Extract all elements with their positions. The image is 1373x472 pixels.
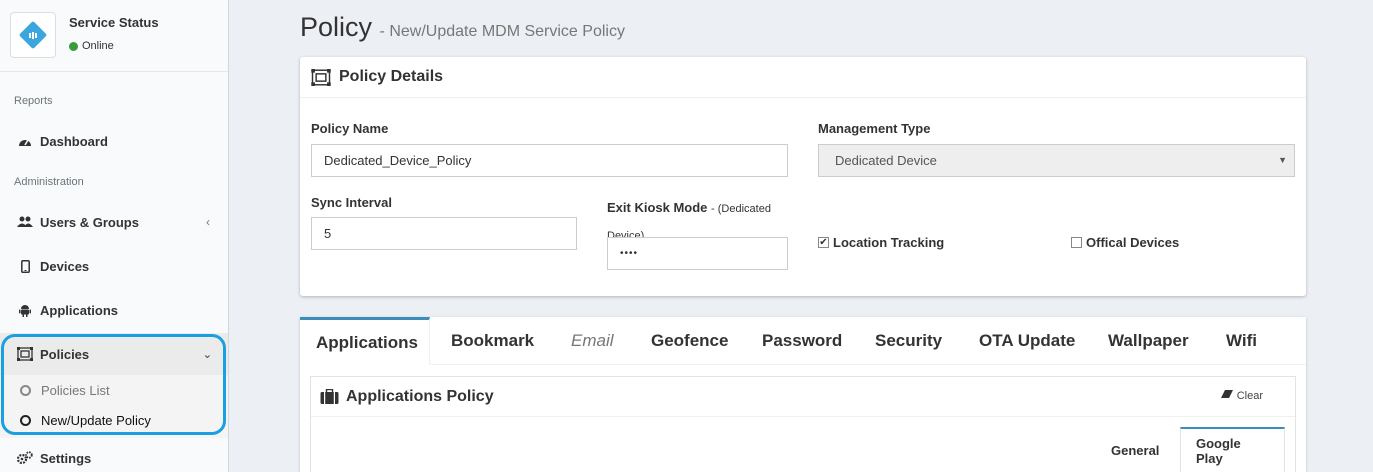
tab-security[interactable]: Security (875, 317, 942, 365)
policies-submenu: Policies ⌄ Policies List New/Update Poli… (0, 333, 228, 438)
sidebar-item-label: Users & Groups (40, 214, 139, 230)
online-dot-icon (69, 41, 78, 51)
tab-geofence[interactable]: Geofence (651, 317, 728, 365)
subtab-general[interactable]: General (1111, 427, 1159, 472)
brand-panel: Service Status Online (0, 0, 228, 72)
page-subtitle: - New/Update MDM Service Policy (379, 23, 625, 40)
android-icon (17, 302, 33, 318)
section-reports: Reports (14, 95, 53, 107)
location-tracking-label: Location Tracking (833, 235, 945, 250)
users-icon (17, 214, 33, 230)
sidebar-subitem-label: Policies List (41, 383, 110, 398)
briefcase-icon (320, 389, 339, 404)
sidebar-item-devices[interactable]: Devices (0, 248, 228, 284)
policy-details-title: Policy Details (339, 68, 444, 85)
sidebar-item-settings[interactable]: Settings (0, 440, 228, 472)
applications-policy-box: Applications Policy Clear General Google… (310, 376, 1296, 472)
sidebar-subitem-policies-list[interactable]: Policies List (20, 383, 110, 398)
sidebar: Service Status Online Reports Dashboard … (0, 0, 229, 472)
applications-policy-title: Applications Policy (346, 387, 494, 405)
policy-name-label: Policy Name (311, 121, 389, 136)
exit-kiosk-password-input[interactable]: •••• (607, 237, 788, 270)
policy-tabs-panel: Applications Bookmark Email Geofence Pas… (300, 317, 1306, 472)
official-devices-checkbox[interactable]: Offical Devices (1071, 235, 1179, 250)
policy-details-box: Policy Details Policy Name Dedicated_Dev… (300, 57, 1306, 296)
sidebar-item-label: Devices (40, 258, 90, 274)
status-text: Online (82, 40, 114, 52)
mobile-device-icon (17, 258, 33, 274)
sync-interval-input[interactable]: 5 (311, 217, 577, 250)
checkbox-unchecked-icon (1071, 237, 1082, 248)
gears-icon (17, 450, 33, 466)
applications-policy-header: Applications Policy (311, 377, 1295, 417)
exit-kiosk-label-text: Exit Kiosk Mode (607, 200, 708, 215)
tab-wallpaper[interactable]: Wallpaper (1108, 317, 1189, 365)
sidebar-item-users-groups[interactable]: Users & Groups ‹ (0, 204, 228, 240)
status-indicator: Online (69, 40, 114, 52)
brand-title: Service Status (69, 15, 159, 30)
page-title-text: Policy (300, 12, 373, 42)
tab-bar: Applications Bookmark Email Geofence Pas… (300, 317, 1306, 365)
sidebar-item-label: Policies (40, 346, 90, 362)
tab-email[interactable]: Email (571, 317, 614, 365)
logo-diamond-icon (19, 21, 47, 49)
tab-ota-update[interactable]: OTA Update (979, 317, 1075, 365)
chevron-down-icon: ⌄ (202, 348, 212, 361)
management-type-value: Dedicated Device (835, 153, 937, 168)
management-type-label: Management Type (818, 121, 931, 136)
policy-details-header: Policy Details (300, 57, 1306, 98)
policy-name-input[interactable]: Dedicated_Device_Policy (311, 144, 788, 177)
page-title: Policy - New/Update MDM Service Policy (300, 12, 625, 43)
sidebar-subitem-label: New/Update Policy (41, 413, 151, 428)
policy-frame-icon (311, 68, 331, 86)
eraser-icon (1220, 390, 1233, 402)
sidebar-item-applications[interactable]: Applications (0, 292, 228, 328)
sidebar-subitem-new-update-policy[interactable]: New/Update Policy (20, 413, 151, 428)
tab-applications[interactable]: Applications (300, 317, 430, 365)
sidebar-item-label: Applications (40, 302, 119, 318)
sync-interval-label: Sync Interval (311, 195, 392, 210)
clear-button[interactable]: Clear (1220, 390, 1263, 402)
subtab-google-play[interactable]: Google Play (1180, 427, 1285, 472)
policy-frame-icon (17, 347, 33, 361)
circle-outline-icon (20, 415, 31, 426)
management-type-select[interactable]: Dedicated Device ▼ (818, 144, 1295, 177)
section-administration: Administration (14, 176, 84, 188)
dashboard-icon (17, 133, 33, 149)
tab-bookmark[interactable]: Bookmark (451, 317, 534, 365)
sidebar-item-label: Settings (40, 450, 92, 466)
exit-kiosk-note: - (Dedicated (711, 203, 771, 215)
caret-down-icon: ▼ (1278, 155, 1287, 165)
chevron-left-icon: ‹ (206, 215, 210, 229)
tab-wifi[interactable]: Wifi (1226, 317, 1257, 365)
tab-password[interactable]: Password (762, 317, 842, 365)
clear-label: Clear (1236, 390, 1263, 402)
official-devices-label: Offical Devices (1086, 235, 1180, 250)
sidebar-item-dashboard[interactable]: Dashboard (0, 123, 228, 159)
sidebar-item-policies[interactable]: Policies ⌄ (0, 333, 228, 375)
circle-outline-icon (20, 385, 31, 396)
checkbox-checked-icon: ✔ (818, 236, 829, 248)
brand-logo (10, 12, 56, 58)
location-tracking-checkbox[interactable]: ✔ Location Tracking (818, 235, 944, 250)
sidebar-item-label: Dashboard (40, 133, 108, 149)
